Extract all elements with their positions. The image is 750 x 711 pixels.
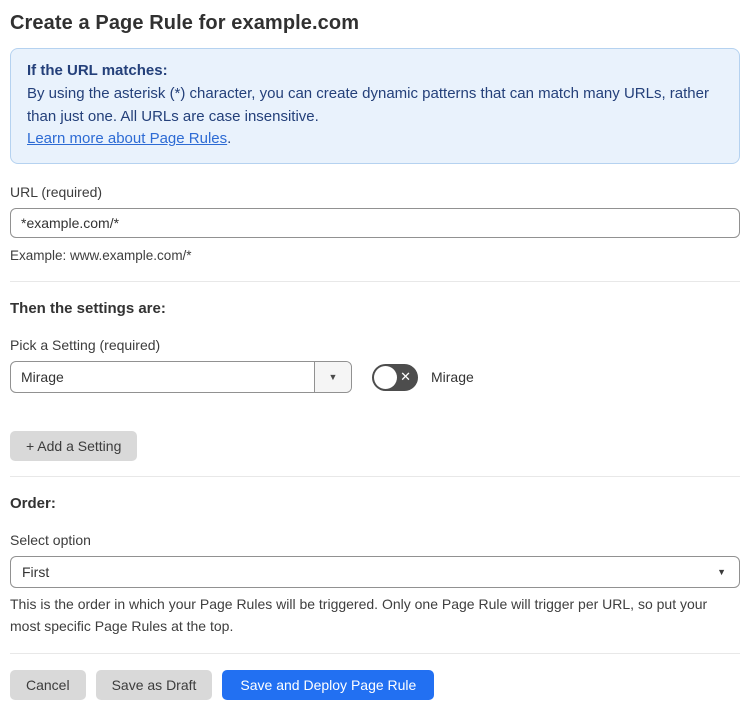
setting-row: Mirage ▼ ✕ Mirage: [10, 361, 740, 394]
page-rule-form: Create a Page Rule for example.com If th…: [0, 0, 750, 711]
url-example-helper: Example: www.example.com/*: [10, 248, 192, 264]
add-setting-button[interactable]: + Add a Setting: [10, 431, 138, 462]
order-helper-text: This is the order in which your Page Rul…: [10, 596, 708, 635]
setting-select[interactable]: Mirage ▼: [10, 361, 352, 394]
setting-select-arrow-button[interactable]: ▼: [314, 362, 351, 393]
url-field-label: URL (required): [10, 184, 103, 201]
setting-select-value: Mirage: [21, 369, 64, 386]
divider: [10, 652, 740, 654]
learn-more-link[interactable]: Learn more about Page Rules: [27, 130, 227, 147]
info-box-heading: If the URL matches:: [27, 62, 168, 79]
order-select[interactable]: First ▼: [10, 556, 740, 589]
divider: [10, 281, 740, 283]
order-select-label: Select option: [10, 532, 91, 549]
page-title: Create a Page Rule for example.com: [10, 12, 360, 34]
cancel-button[interactable]: Cancel: [10, 669, 86, 700]
toggle-knob: [374, 365, 397, 389]
order-select-value: First: [22, 564, 50, 581]
order-section-heading: Order:: [10, 495, 56, 513]
toggle-off-x-icon: ✕: [400, 369, 411, 385]
toggle-label: Mirage: [431, 369, 474, 386]
link-period: .: [227, 130, 232, 148]
setting-picker-label: Pick a Setting (required): [10, 337, 161, 354]
footer-actions: Cancel Save as Draft Save and Deploy Pag…: [10, 669, 740, 700]
save-and-deploy-button[interactable]: Save and Deploy Page Rule: [222, 669, 435, 700]
info-box-body: By using the asterisk (*) character, you…: [27, 84, 709, 125]
info-box-link-line: Learn more about Page Rules.: [27, 128, 723, 151]
mirage-toggle[interactable]: ✕: [372, 363, 418, 391]
url-input[interactable]: [10, 208, 740, 239]
url-match-info-box: If the URL matches: By using the asteris…: [10, 48, 740, 165]
chevron-down-icon: ▼: [328, 372, 338, 383]
divider: [10, 476, 740, 478]
chevron-down-icon: ▼: [717, 567, 726, 578]
settings-section-heading: Then the settings are:: [10, 300, 166, 318]
save-as-draft-button[interactable]: Save as Draft: [95, 669, 213, 700]
